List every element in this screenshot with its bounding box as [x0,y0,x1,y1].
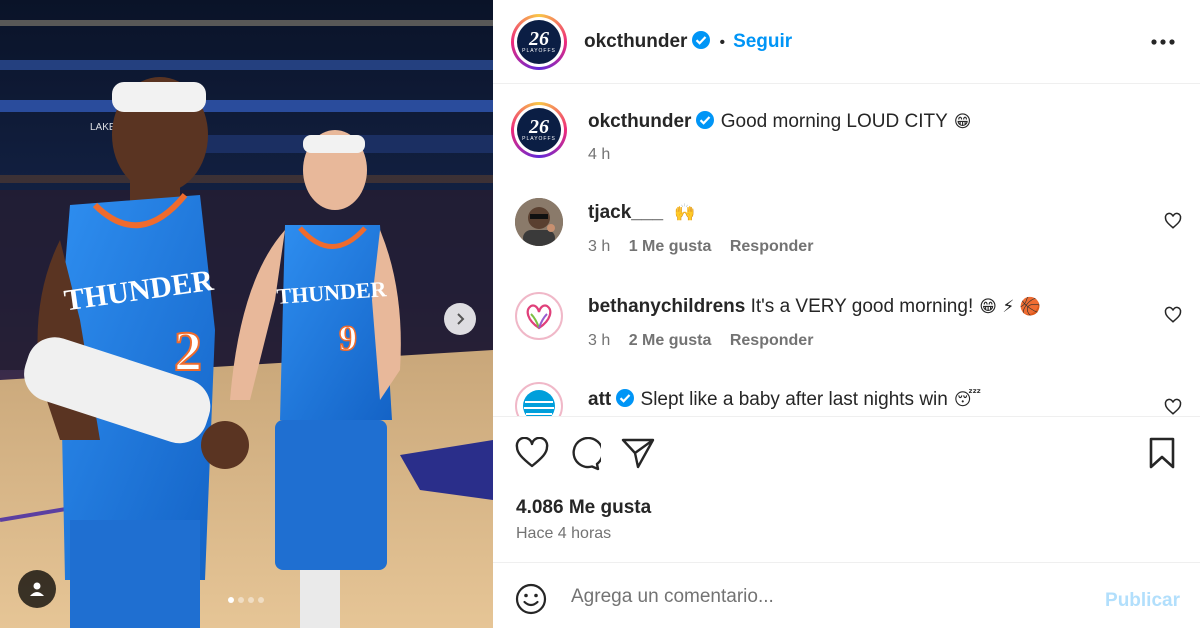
att-globe-logo [523,390,555,416]
post-time[interactable]: Hace 4 horas [516,525,611,543]
instagram-post: LAKERS PLAYOFFS THUNDER 2 [0,0,1200,628]
follow-button[interactable]: Seguir [733,31,792,52]
comment-bubble-icon[interactable] [567,437,601,471]
likes-count[interactable]: 4.086 Me gusta [516,497,651,519]
carousel-dot [238,597,244,603]
bethany-childrens-logo [526,304,552,330]
reply-button[interactable]: Responder [730,238,814,255]
save-bookmark-icon[interactable] [1148,437,1176,469]
comment-time[interactable]: 3 h [588,238,610,255]
comment-text-row: att Slept like a baby after last nights … [588,388,981,411]
separator-dot: • [719,34,726,51]
share-paper-plane-icon[interactable] [621,437,655,469]
comment-meta: 3 h 2 Me gusta Responder [588,332,827,350]
comment-likes[interactable]: 1 Me gusta [629,238,712,255]
post-actions: 4.086 Me gusta Hace 4 horas [493,416,1200,562]
carousel-next-button[interactable] [444,303,476,335]
verified-badge-icon [696,111,715,129]
caption-time[interactable]: 4 h [588,146,610,163]
publish-button[interactable]: Publicar [1105,590,1180,612]
post-header: 26 PLAYOFFS okcthunder • Seguir [493,0,1200,84]
commenter-avatar[interactable] [515,382,563,416]
comment-emoji: 🙌 [674,203,696,223]
caption-text: Good morning LOUD CITY [720,111,948,132]
emoji-smiley-icon[interactable] [515,583,547,615]
caption-text-row: okcthunder Good morning LOUD CITY 😁 [588,110,972,133]
comment-meta: 3 h 1 Me gusta Responder [588,238,827,256]
post-photo: LAKERS PLAYOFFS THUNDER 2 [0,0,493,628]
carousel-dot [258,597,264,603]
comment-text-row: bethanychildrens It's a VERY good mornin… [588,296,1041,318]
more-options-icon[interactable] [1150,30,1176,54]
verified-badge-icon [616,389,635,407]
caption-username[interactable]: okcthunder [588,111,691,132]
comment-time[interactable]: 3 h [588,332,610,349]
like-comment-heart-icon[interactable] [1164,306,1182,324]
author-username[interactable]: okcthunder [584,31,687,52]
okc-playoffs-logo: 26 PLAYOFFS [517,108,561,152]
caption-avatar[interactable]: 26 PLAYOFFS [511,102,567,158]
comment-composer: Publicar [493,562,1200,628]
comment-text-row: tjack___ 🙌 [588,202,695,224]
commenter-avatar[interactable] [515,292,563,340]
like-heart-icon[interactable] [515,437,549,469]
author-avatar[interactable]: 26 PLAYOFFS [511,14,567,70]
post-panel: 26 PLAYOFFS okcthunder • Seguir 26 PLAYO… [493,0,1200,628]
commenter-avatar[interactable] [515,198,563,246]
comment-username[interactable]: bethanychildrens [588,296,745,317]
carousel-dots [228,597,264,603]
verified-badge-icon [692,31,711,49]
reply-button[interactable]: Responder [730,332,814,349]
comment-username[interactable]: att [588,389,611,410]
tagged-users-button[interactable] [18,570,56,608]
carousel-dot [248,597,254,603]
comments-list[interactable]: 26 PLAYOFFS okcthunder Good morning LOUD… [493,84,1200,416]
comment-likes[interactable]: 2 Me gusta [629,332,712,349]
carousel-dot [228,597,234,603]
caption-emoji: 😁 [953,112,972,132]
like-comment-heart-icon[interactable] [1164,212,1182,230]
comment-emoji: 😴 [953,390,982,410]
like-comment-heart-icon[interactable] [1164,398,1182,416]
comment-username[interactable]: tjack___ [588,202,663,223]
comment-emoji: 😁 ⚡ 🏀 [979,297,1041,317]
okc-playoffs-logo: 26 PLAYOFFS [517,20,561,64]
jersey-left-number: 2 [174,321,202,383]
post-media[interactable]: LAKERS PLAYOFFS THUNDER 2 [0,0,493,628]
comment-text: It's a VERY good morning! [750,296,974,317]
header-title-row: okcthunder • Seguir [584,30,792,53]
caption-meta: 4 h [588,146,624,164]
user-icon [30,582,44,596]
comment-input[interactable] [571,579,1091,615]
jersey-right-number: 9 [339,318,357,358]
chevron-right-icon [457,313,465,325]
user-photo [515,198,563,246]
comment-text: Slept like a baby after last nights win [640,389,948,410]
